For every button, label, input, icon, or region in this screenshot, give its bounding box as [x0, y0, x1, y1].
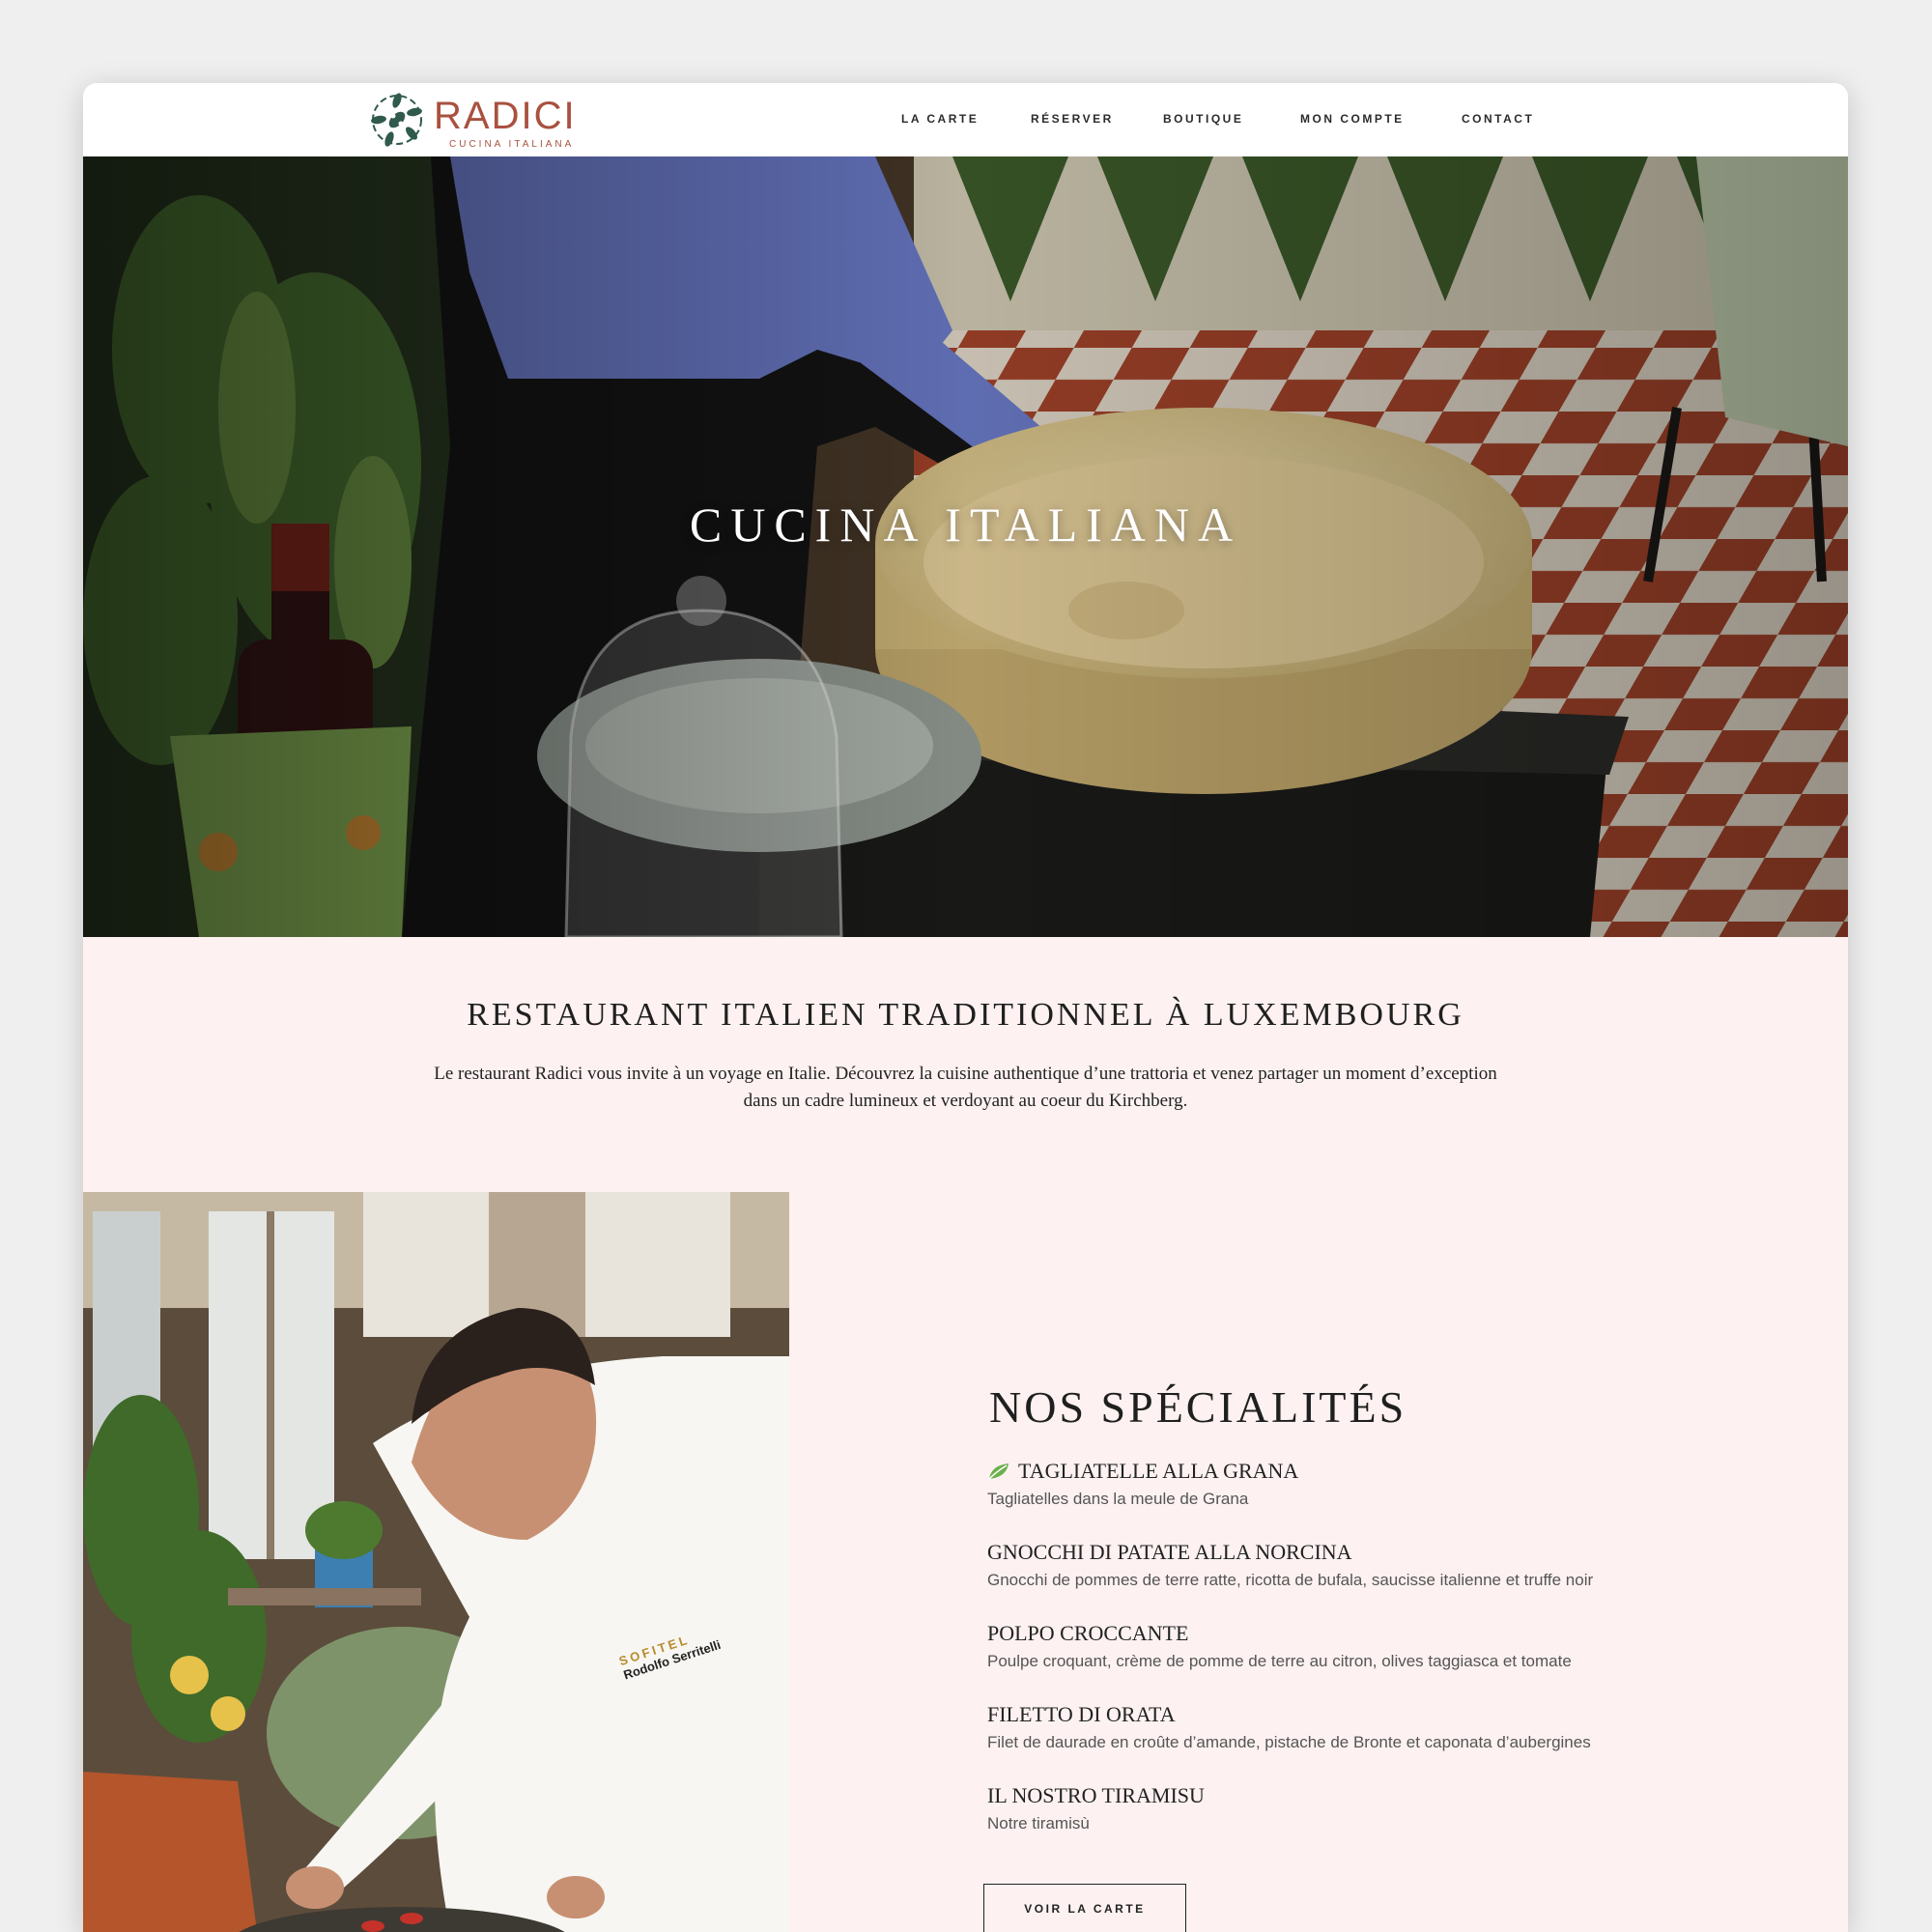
nav-item-mon-compte[interactable]: MON COMPTE [1300, 112, 1405, 126]
nav-item-la-carte[interactable]: LA CARTE [901, 112, 979, 126]
intro-text-line-1: Le restaurant Radici vous invite à un vo… [434, 1064, 1497, 1084]
dish-description: Gnocchi de pommes de terre ratte, ricott… [987, 1571, 1594, 1589]
leaf-icon [988, 1463, 1009, 1480]
intro-heading: RESTAURANT ITALIEN TRADITIONNEL À LUXEMB… [467, 997, 1464, 1033]
dish-name: FILETTO DI ORATA [987, 1702, 1176, 1726]
dish-item: IL NOSTRO TIRAMISU Notre tiramisù [987, 1783, 1721, 1833]
dish-item: POLPO CROCCANTE Poulpe croquant, crème d… [987, 1621, 1721, 1671]
dish-description: Tagliatelles dans la meule de Grana [987, 1490, 1249, 1508]
nav-item-boutique[interactable]: BOUTIQUE [1163, 112, 1243, 126]
intro-paragraph: Le restaurant Radici vous invite à un vo… [354, 1061, 1577, 1115]
specialities-heading: NOS SPÉCIALITÉS [989, 1382, 1407, 1432]
chef-photo: SOFITEL Rodolfo Serritelli [83, 1192, 789, 1932]
site-header: RADICI CUCINA ITALIANA LA CARTE RÉSERVER… [83, 83, 1848, 156]
dish-name: IL NOSTRO TIRAMISU [987, 1783, 1205, 1807]
intro-text-line-2: dans un cadre lumineux et verdoyant au c… [743, 1091, 1188, 1111]
dish-description: Notre tiramisù [987, 1814, 1090, 1833]
hero-title: CUCINA ITALIANA [689, 497, 1242, 552]
nav-item-reserver[interactable]: RÉSERVER [1031, 112, 1114, 126]
browser-window: RADICI CUCINA ITALIANA LA CARTE RÉSERVER… [83, 83, 1848, 1932]
hero-banner: CUCINA ITALIANA [83, 156, 1848, 937]
voir-la-carte-button[interactable]: VOIR LA CARTE [983, 1884, 1186, 1932]
nav-item-contact[interactable]: CONTACT [1462, 112, 1534, 126]
dish-description: Filet de daurade en croûte d’amande, pis… [987, 1733, 1591, 1751]
dish-name: POLPO CROCCANTE [987, 1621, 1189, 1645]
dish-item: FILETTO DI ORATA Filet de daurade en cro… [987, 1702, 1721, 1752]
main-nav: LA CARTE RÉSERVER BOUTIQUE MON COMPTE CO… [83, 83, 1848, 156]
dish-item: GNOCCHI DI PATATE ALLA NORCINA Gnocchi d… [987, 1540, 1721, 1590]
dish-name: GNOCCHI DI PATATE ALLA NORCINA [987, 1540, 1352, 1564]
dish-name-row: TAGLIATELLE ALLA GRANA [987, 1459, 1721, 1484]
dish-name: TAGLIATELLE ALLA GRANA [1018, 1459, 1299, 1483]
dish-description: Poulpe croquant, crème de pomme de terre… [987, 1652, 1572, 1670]
dish-item: TAGLIATELLE ALLA GRANA Tagliatelles dans… [987, 1459, 1721, 1509]
chef-photo-illustration [83, 1192, 789, 1932]
